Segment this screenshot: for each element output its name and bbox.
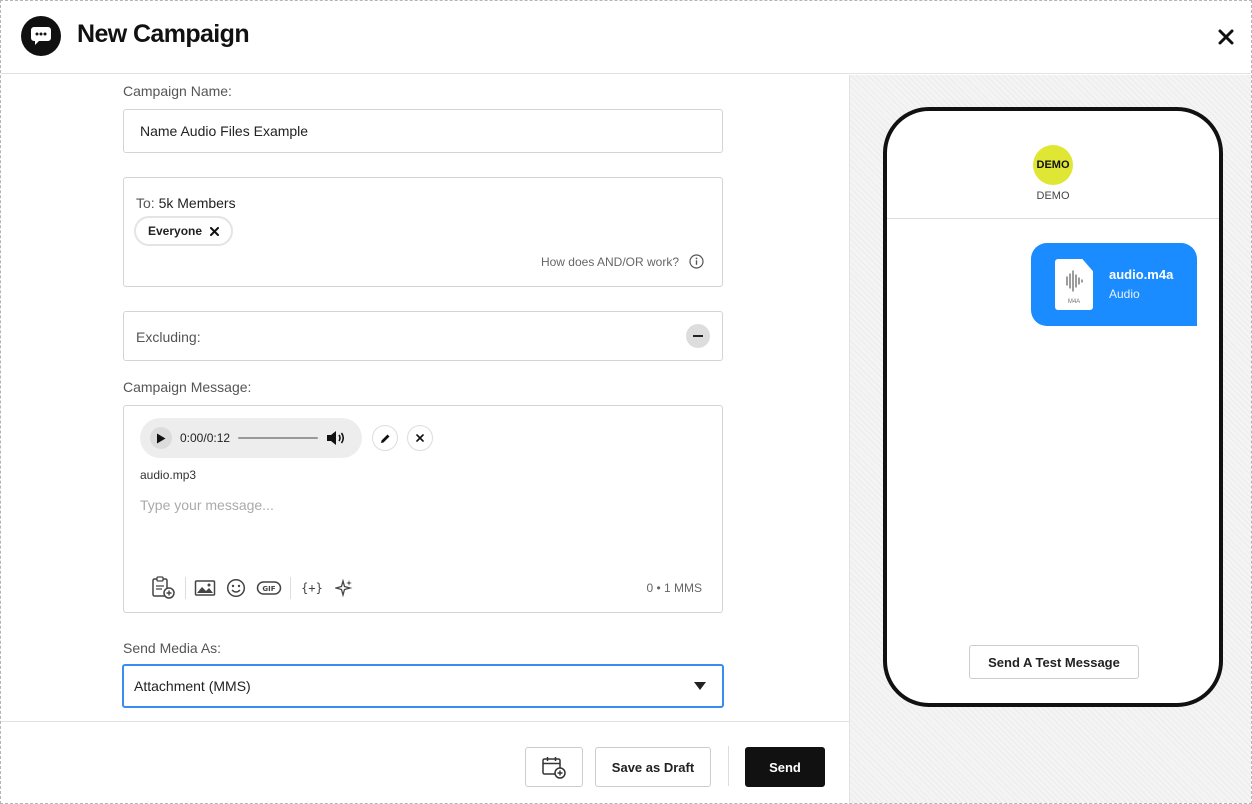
send-media-selected: Attachment (MMS) bbox=[134, 678, 251, 694]
avatar: DEMO bbox=[1033, 145, 1073, 185]
recipients-summary: To: 5k Members bbox=[136, 195, 236, 211]
message-bubble: M4A audio.m4a Audio bbox=[1031, 243, 1197, 326]
chip-label: Everyone bbox=[148, 224, 203, 238]
save-draft-button[interactable]: Save as Draft bbox=[595, 747, 711, 787]
recipients-field[interactable]: To: 5k Members Everyone How does AND/OR … bbox=[123, 177, 723, 287]
variable-icon[interactable]: {+} bbox=[294, 574, 330, 602]
audio-file-icon: M4A bbox=[1055, 259, 1093, 310]
gif-icon[interactable]: GIF bbox=[251, 574, 287, 602]
recipient-count: 5k Members bbox=[158, 195, 236, 211]
collapse-minus-icon[interactable] bbox=[686, 324, 710, 348]
message-input[interactable]: Type your message... bbox=[140, 497, 274, 513]
attachment-filename: audio.mp3 bbox=[140, 468, 197, 482]
info-icon bbox=[689, 254, 704, 269]
campaign-name-label: Campaign Name: bbox=[123, 83, 232, 99]
segment-chip-everyone[interactable]: Everyone bbox=[134, 216, 234, 246]
phone-preview: DEMO DEMO M4A audio.m4a Audio Send A Tes… bbox=[883, 107, 1223, 707]
campaign-message-label: Campaign Message: bbox=[123, 379, 252, 395]
calendar-add-icon bbox=[542, 757, 566, 779]
emoji-icon[interactable] bbox=[221, 574, 251, 602]
schedule-button[interactable] bbox=[525, 747, 583, 787]
audio-progress-track[interactable] bbox=[238, 437, 319, 439]
attachment-type: Audio bbox=[1109, 287, 1140, 301]
dropdown-caret-icon bbox=[694, 682, 706, 690]
message-counter: 0 • 1 MMS bbox=[646, 581, 702, 595]
modal-footer: Save as Draft Send bbox=[1, 721, 849, 803]
send-test-message-button[interactable]: Send A Test Message bbox=[969, 645, 1139, 679]
sparkle-icon[interactable] bbox=[330, 574, 358, 602]
send-media-label: Send Media As: bbox=[123, 640, 222, 656]
campaign-modal: New Campaign Campaign Name: Name Audio F… bbox=[0, 0, 1252, 804]
page-title: New Campaign bbox=[77, 20, 250, 48]
send-media-select[interactable]: Attachment (MMS) bbox=[122, 664, 724, 708]
send-button[interactable]: Send bbox=[745, 747, 825, 787]
modal-header: New Campaign bbox=[1, 1, 1251, 74]
close-icon[interactable] bbox=[1214, 25, 1238, 49]
and-or-help-text: How does AND/OR work? bbox=[540, 254, 679, 269]
image-icon[interactable] bbox=[189, 574, 221, 602]
composer-toolbar: GIF {+} bbox=[146, 574, 358, 602]
message-composer[interactable]: 0:00/0:12 audio.mp3 Type your message... bbox=[123, 405, 723, 613]
chat-logo-icon bbox=[21, 16, 61, 56]
volume-icon[interactable] bbox=[326, 430, 346, 446]
edit-pencil-icon[interactable] bbox=[372, 425, 398, 451]
clipboard-add-icon[interactable] bbox=[146, 574, 182, 602]
remove-audio-icon[interactable] bbox=[407, 425, 433, 451]
play-icon[interactable] bbox=[150, 427, 172, 449]
phone-header: DEMO DEMO bbox=[887, 111, 1219, 219]
file-extension: M4A bbox=[1067, 299, 1081, 305]
audio-time: 0:00/0:12 bbox=[180, 431, 231, 445]
audio-player[interactable]: 0:00/0:12 bbox=[140, 418, 362, 458]
remove-chip-icon[interactable] bbox=[210, 226, 220, 236]
attachment-title: audio.m4a bbox=[1109, 267, 1174, 282]
svg-text:{+}: {+} bbox=[301, 581, 323, 595]
and-or-help-link[interactable]: How does AND/OR work? bbox=[541, 254, 704, 269]
avatar-name: DEMO bbox=[1036, 190, 1070, 202]
svg-text:GIF: GIF bbox=[262, 585, 275, 593]
campaign-form: Campaign Name: Name Audio Files Example … bbox=[1, 75, 849, 721]
excluding-field[interactable]: Excluding: bbox=[123, 311, 723, 361]
campaign-name-input[interactable]: Name Audio Files Example bbox=[123, 109, 723, 153]
to-prefix: To: bbox=[136, 195, 155, 211]
excluding-label: Excluding: bbox=[136, 329, 201, 345]
preview-panel: DEMO DEMO M4A audio.m4a Audio Send A Tes… bbox=[849, 75, 1251, 803]
